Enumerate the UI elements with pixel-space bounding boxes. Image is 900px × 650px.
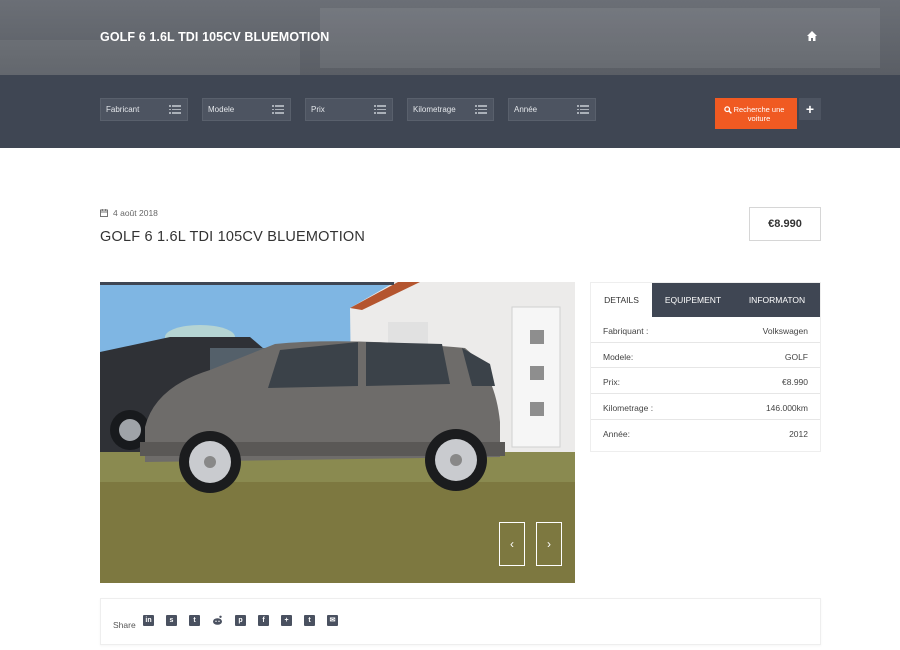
spec-label: Prix: <box>603 377 620 388</box>
gallery-prev-button[interactable]: ‹ <box>499 522 525 566</box>
list-icon <box>272 105 284 114</box>
list-icon <box>169 105 181 114</box>
spec-value: €8.990 <box>782 377 808 388</box>
filter-annee[interactable]: Année <box>508 98 596 121</box>
calendar-icon <box>100 209 108 217</box>
chevron-left-icon: ‹ <box>510 537 514 551</box>
filter-modele[interactable]: Modele <box>202 98 291 121</box>
spec-value: 146.000km <box>765 403 808 414</box>
spec-label: Kilometrage : <box>603 403 654 414</box>
spec-value: Volkswagen <box>762 326 808 336</box>
chevron-right-icon: › <box>547 537 551 551</box>
twitter-icon[interactable]: t <box>304 615 315 626</box>
filter-prix[interactable]: Prix <box>305 98 393 121</box>
spec-label: Année: <box>603 428 630 439</box>
filter-fabricant-label: Fabricant <box>106 105 140 114</box>
search-icon <box>724 106 732 114</box>
listing-date: 4 août 2018 <box>100 208 158 218</box>
price-badge: €8.990 <box>749 207 821 241</box>
header-hero: GOLF 6 1.6L TDI 105CV BLUEMOTION <box>0 0 900 75</box>
googleplus-icon[interactable]: + <box>281 615 292 626</box>
car-photo-gallery[interactable]: ‹ › <box>100 282 575 583</box>
hero-background-building <box>320 8 880 68</box>
spec-value: 2012 <box>789 428 808 439</box>
list-icon <box>577 105 589 114</box>
listing-date-text: 4 août 2018 <box>113 208 158 218</box>
filter-annee-label: Année <box>514 105 538 114</box>
gallery-next-button[interactable]: › <box>536 522 562 566</box>
tab-equipement[interactable]: EQUIPEMENT <box>652 283 734 317</box>
filter-prix-label: Prix <box>311 105 325 114</box>
details-panel: DETAILS EQUIPEMENT INFORMATON Fabriquant… <box>590 282 821 452</box>
list-icon <box>374 105 386 114</box>
filter-modele-label: Modele <box>208 105 235 114</box>
spec-row-modele: Modele: GOLF <box>591 343 820 369</box>
spec-row-fabriquant: Fabriquant : Volkswagen <box>591 317 820 343</box>
share-label: Share <box>113 620 136 630</box>
home-icon[interactable] <box>806 30 818 42</box>
filter-kilometrage[interactable]: Kilometrage <box>407 98 494 121</box>
advanced-search-plus-button[interactable]: + <box>799 98 821 120</box>
header-title: GOLF 6 1.6L TDI 105CV BLUEMOTION <box>100 30 330 44</box>
tab-details[interactable]: DETAILS <box>591 283 652 317</box>
spec-row-annee: Année: 2012 <box>591 420 820 446</box>
page-title: GOLF 6 1.6L TDI 105CV BLUEMOTION <box>100 229 366 245</box>
stumbleupon-icon[interactable]: s <box>166 615 177 626</box>
filter-kilometrage-label: Kilometrage <box>413 105 456 114</box>
reddit-icon[interactable] <box>212 615 223 626</box>
list-icon <box>475 105 487 114</box>
linkedin-icon[interactable]: in <box>143 615 154 626</box>
spec-row-kilometrage: Kilometrage : 146.000km <box>591 394 820 420</box>
pinterest-icon[interactable]: p <box>235 615 246 626</box>
spec-value: GOLF <box>784 351 808 362</box>
tumblr-icon[interactable]: t <box>189 615 200 626</box>
spec-row-prix: Prix: €8.990 <box>591 368 820 395</box>
details-tabs: DETAILS EQUIPEMENT INFORMATON <box>591 283 820 317</box>
spec-label: Modele: <box>603 351 634 362</box>
email-icon[interactable]: ✉ <box>327 615 338 626</box>
share-bar: Share in s t p f + t ✉ <box>100 598 821 645</box>
spec-label: Fabriquant : <box>603 326 649 336</box>
tab-information[interactable]: INFORMATON <box>734 283 820 317</box>
facebook-icon[interactable]: f <box>258 615 269 626</box>
hero-background-ground <box>0 40 300 75</box>
gallery-top-accent <box>100 282 394 285</box>
filter-fabricant[interactable]: Fabricant <box>100 98 188 121</box>
search-car-button[interactable]: Recherche une voiture <box>715 98 797 129</box>
